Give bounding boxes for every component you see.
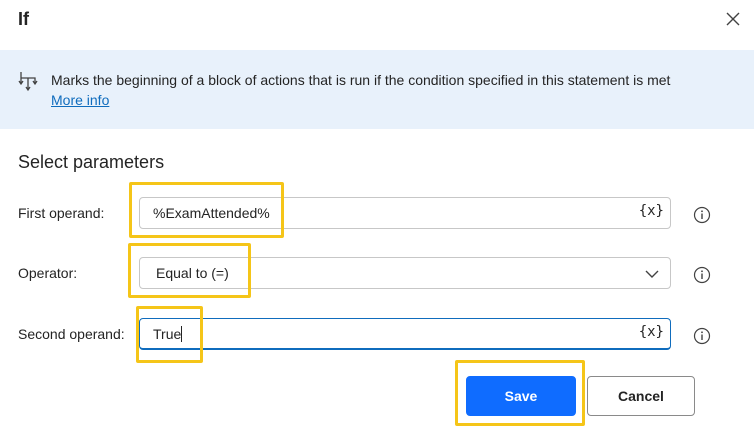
first-operand-label: First operand: [18,205,105,221]
banner-text: Marks the beginning of a block of action… [51,72,671,88]
first-operand-value: %ExamAttended% [153,205,270,221]
first-operand-info-icon[interactable] [693,206,711,224]
second-operand-value: True [153,326,182,342]
dialog-title: If [18,9,29,29]
close-icon[interactable] [723,9,743,29]
operator-label: Operator: [18,265,78,281]
second-operand-label: Second operand: [18,326,125,342]
text-caret [181,326,183,342]
more-info-link[interactable]: More info [51,92,109,108]
operator-select[interactable]: Equal to (=) [139,257,671,289]
operator-value: Equal to (=) [156,265,229,281]
chevron-down-icon[interactable] [644,266,660,282]
second-operand-variable-button[interactable]: {x} [639,324,664,340]
first-operand-variable-button[interactable]: {x} [639,203,664,219]
section-heading: Select parameters [18,152,165,172]
block-start-icon [18,70,38,92]
info-banner: Marks the beginning of a block of action… [0,50,754,129]
cancel-button[interactable]: Cancel [587,376,695,416]
save-button[interactable]: Save [466,376,576,416]
second-operand-input[interactable]: True {x} [139,318,671,350]
first-operand-input[interactable]: %ExamAttended% {x} [139,197,671,229]
second-operand-info-icon[interactable] [693,327,711,345]
operator-info-icon[interactable] [693,266,711,284]
